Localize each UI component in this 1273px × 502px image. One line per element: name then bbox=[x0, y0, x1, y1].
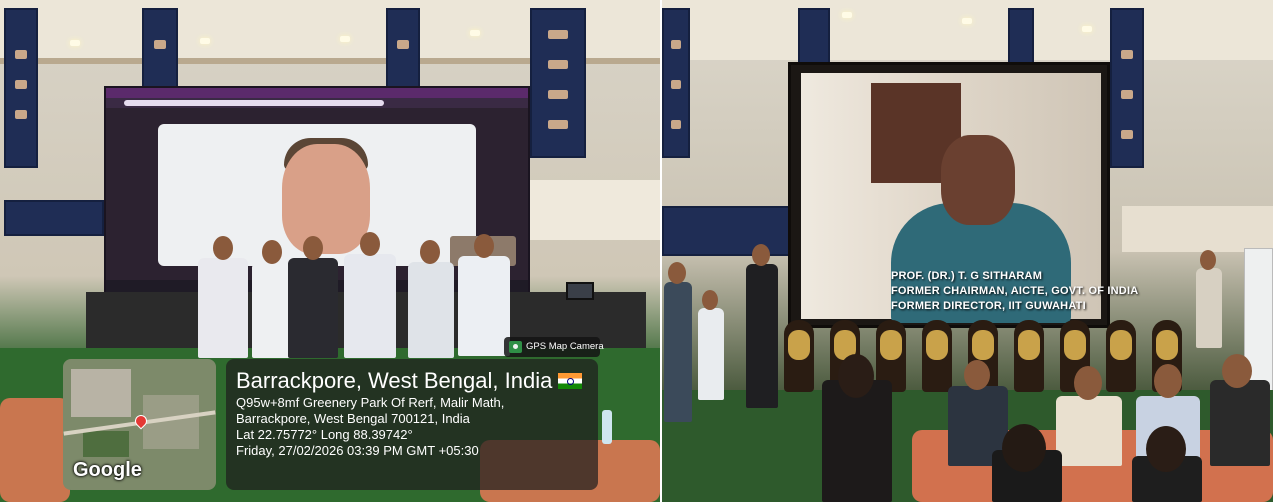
location-map-thumbnail: Google bbox=[63, 359, 216, 490]
person-head bbox=[752, 244, 770, 266]
stage-chair bbox=[922, 320, 952, 392]
browser-address-bar bbox=[106, 98, 528, 108]
person-head bbox=[702, 290, 718, 310]
gps-info-panel: Barrackpore, West Bengal, India Q95w+8mf… bbox=[226, 359, 598, 490]
speaker-name: PROF. (DR.) T. G SITHARAM bbox=[891, 270, 1043, 282]
person-head bbox=[964, 360, 990, 390]
person-head bbox=[1146, 426, 1186, 472]
hanging-banner bbox=[662, 8, 690, 158]
speaker-title-2: FORMER DIRECTOR, IIT GUWAHATI bbox=[891, 300, 1086, 312]
standing-person bbox=[458, 256, 510, 356]
hanging-banner bbox=[798, 8, 830, 68]
person-head bbox=[420, 240, 440, 264]
speaker-face bbox=[282, 144, 370, 254]
water-bottle bbox=[602, 410, 612, 444]
gps-coordinates: Lat 22.75772° Long 88.39742° bbox=[236, 427, 413, 442]
audience-member bbox=[1056, 396, 1122, 466]
person-head bbox=[1222, 354, 1252, 388]
standing-person bbox=[1196, 268, 1222, 348]
standing-person bbox=[252, 262, 292, 358]
standing-person bbox=[746, 264, 778, 408]
conference-banner bbox=[4, 200, 104, 236]
person-head bbox=[1200, 250, 1216, 270]
location-title-text: Barrackpore, West Bengal, India bbox=[236, 368, 553, 393]
person-head bbox=[1154, 364, 1182, 398]
conference-banner bbox=[662, 206, 790, 256]
speaker-title-1: FORMER CHAIRMAN, AICTE, GOVT. OF INDIA bbox=[891, 285, 1139, 297]
hanging-banner bbox=[386, 8, 420, 88]
ceiling-light bbox=[842, 12, 852, 18]
person-head bbox=[303, 236, 323, 260]
standing-person bbox=[288, 258, 338, 358]
audience-member bbox=[1210, 380, 1270, 466]
left-event-photo: GPS Map Camera Google Barrackpore, West … bbox=[0, 0, 660, 502]
browser-tab-strip bbox=[106, 88, 528, 98]
hanging-banner bbox=[1110, 8, 1144, 168]
ceiling-light bbox=[200, 38, 210, 44]
balcony bbox=[530, 180, 660, 240]
person-head bbox=[1002, 424, 1046, 472]
person-head bbox=[668, 262, 686, 284]
hanging-banner bbox=[4, 8, 38, 168]
stage-chair bbox=[1106, 320, 1136, 392]
gps-camera-icon bbox=[509, 341, 522, 353]
standing-person bbox=[698, 308, 724, 400]
gps-location-title: Barrackpore, West Bengal, India bbox=[236, 367, 588, 395]
laptop bbox=[566, 282, 594, 300]
right-event-photo: PROF. (DR.) T. G SITHARAM FORMER CHAIRMA… bbox=[662, 0, 1273, 502]
standing-person bbox=[664, 282, 692, 422]
hanging-banner bbox=[530, 8, 586, 158]
ceiling-light bbox=[1082, 26, 1092, 32]
standing-person bbox=[408, 262, 454, 358]
standing-person bbox=[198, 258, 248, 358]
ceiling-light bbox=[70, 40, 80, 46]
ceiling-light bbox=[470, 30, 480, 36]
gps-address-line-1: Q95w+8mf Greenery Park Of Rerf, Malir Ma… bbox=[236, 395, 505, 410]
person-head bbox=[838, 354, 874, 398]
stage-chair bbox=[1014, 320, 1044, 392]
person-head bbox=[262, 240, 282, 264]
balcony bbox=[1122, 206, 1273, 252]
person-head bbox=[1074, 366, 1102, 400]
url-field bbox=[124, 100, 384, 106]
ceiling-light bbox=[962, 18, 972, 24]
person-head bbox=[474, 234, 494, 258]
ceiling bbox=[662, 0, 1273, 60]
gps-camera-label: GPS Map Camera bbox=[526, 341, 604, 352]
standing-person bbox=[344, 254, 396, 358]
google-logo: Google bbox=[73, 459, 142, 481]
gps-address-line-2: Barrackpore, West Bengal 700121, India bbox=[236, 411, 470, 426]
sofa bbox=[0, 398, 70, 502]
hanging-banner bbox=[142, 8, 178, 88]
gps-timestamp: Friday, 27/02/2026 03:39 PM GMT +05:30 bbox=[236, 443, 479, 458]
stage-chair bbox=[784, 320, 814, 392]
audience-member bbox=[822, 380, 892, 502]
speaker-face bbox=[941, 135, 1015, 225]
india-flag-icon bbox=[558, 373, 583, 389]
ceiling-light bbox=[340, 36, 350, 42]
person-head bbox=[213, 236, 233, 260]
person-head bbox=[360, 232, 380, 256]
led-screen: PROF. (DR.) T. G SITHARAM FORMER CHAIRMA… bbox=[788, 62, 1139, 328]
gps-camera-badge: GPS Map Camera bbox=[504, 337, 604, 357]
speaker-caption: PROF. (DR.) T. G SITHARAM FORMER CHAIRMA… bbox=[891, 269, 1139, 314]
